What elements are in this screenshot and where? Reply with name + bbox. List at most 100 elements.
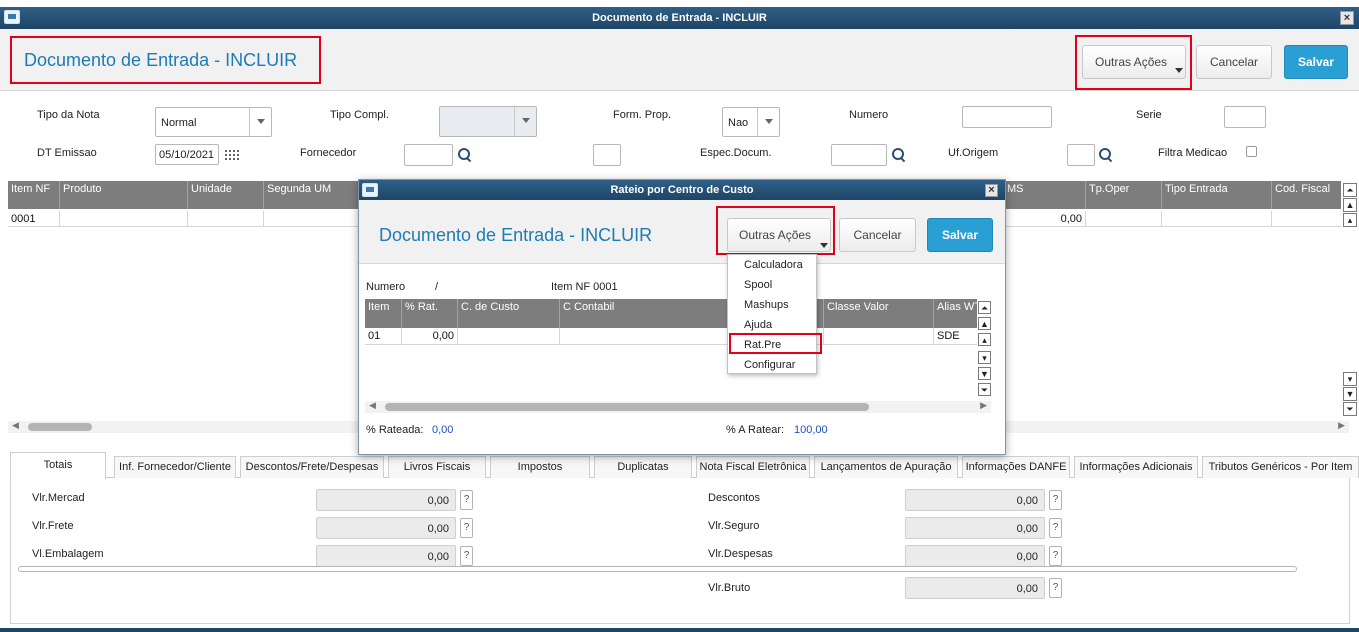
search-icon[interactable] <box>458 148 472 162</box>
numero-input[interactable] <box>962 106 1052 128</box>
filtra-medicao-checkbox[interactable] <box>1246 146 1257 157</box>
row-tipo-entrada <box>1162 211 1272 226</box>
a-ratear-value: 100,00 <box>794 424 828 436</box>
tipo-compl-select[interactable] <box>439 106 537 137</box>
vlr-frete-field[interactable]: 0,00 <box>316 517 456 539</box>
serie-label: Serie <box>1136 109 1162 121</box>
col-item-nf[interactable]: Item NF <box>8 181 60 209</box>
descontos-field[interactable]: 0,00 <box>905 489 1045 511</box>
col-classe-valor[interactable]: Classe Valor <box>824 299 934 328</box>
save-button[interactable]: Salvar <box>1284 45 1348 79</box>
search-icon[interactable] <box>1099 148 1113 162</box>
scroll-top-icon[interactable]: ⏶ <box>978 301 991 314</box>
uf-origem-input[interactable] <box>1067 144 1095 166</box>
tab-nota-fiscal-eletronica[interactable]: Nota Fiscal Eletrônica <box>696 456 810 478</box>
tab-livros-fiscais[interactable]: Livros Fiscais <box>388 456 486 478</box>
help-button[interactable]: ? <box>460 546 473 566</box>
chevron-down-icon <box>820 243 828 248</box>
menu-item-rat-pre[interactable]: Rat.Pre <box>728 335 816 355</box>
scroll-page-down-icon[interactable]: ▼ <box>978 367 991 380</box>
fornecedor-input[interactable] <box>404 144 453 166</box>
help-button[interactable]: ? <box>1049 490 1062 510</box>
dialog-other-actions-button[interactable]: Outras Ações <box>727 218 831 252</box>
menu-item-configurar[interactable]: Configurar <box>728 355 816 375</box>
loja-input[interactable] <box>593 144 621 166</box>
scroll-right-icon[interactable]: ▶ <box>980 400 987 411</box>
scroll-down-icon[interactable]: ▾ <box>978 351 991 364</box>
menu-item-calculadora[interactable]: Calculadora <box>728 255 816 275</box>
form-prop-value: Nao <box>728 117 749 129</box>
scroll-bottom-icon[interactable]: ⏷ <box>978 383 991 396</box>
scroll-page-down-icon[interactable]: ▼ <box>1343 387 1357 401</box>
dt-emissao-input[interactable]: 05/10/2021 <box>155 144 219 165</box>
help-button[interactable]: ? <box>1049 518 1062 538</box>
row-item-nf: 0001 <box>8 211 60 226</box>
help-button[interactable]: ? <box>460 518 473 538</box>
vlr-frete-label: Vlr.Frete <box>32 520 74 532</box>
col-alias-wt[interactable]: Alias WT <box>934 299 977 328</box>
serie-input[interactable] <box>1224 106 1266 128</box>
menu-item-ajuda[interactable]: Ajuda <box>728 315 816 335</box>
col-tipo-entrada[interactable]: Tipo Entrada <box>1162 181 1272 209</box>
scroll-up-icon[interactable]: ▴ <box>978 333 991 346</box>
hscroll-thumb[interactable] <box>28 423 92 431</box>
form-prop-select[interactable]: Nao <box>722 107 780 137</box>
vlr-mercad-field[interactable]: 0,00 <box>316 489 456 511</box>
hscroll-thumb[interactable] <box>385 403 869 411</box>
vlr-despesas-field[interactable]: 0,00 <box>905 545 1045 567</box>
scroll-up-icon[interactable]: ▴ <box>1343 213 1357 227</box>
tab-duplicatas[interactable]: Duplicatas <box>594 456 692 478</box>
table-row[interactable]: 01 0,00 SDE <box>365 328 977 345</box>
espec-docum-input[interactable] <box>831 144 887 166</box>
menu-item-mashups[interactable]: Mashups <box>728 295 816 315</box>
tab-tributos-genericos[interactable]: Tributos Genéricos - Por Item <box>1202 456 1359 478</box>
tab-informacoes-adicionais[interactable]: Informações Adicionais <box>1074 456 1198 478</box>
scroll-page-up-icon[interactable]: ▲ <box>978 317 991 330</box>
chevron-down-icon <box>1175 68 1183 73</box>
scroll-top-icon[interactable]: ⏶ <box>1343 183 1357 197</box>
tab-informacoes-danfe[interactable]: Informações DANFE <box>962 456 1070 478</box>
scroll-left-icon[interactable]: ◀ <box>369 400 376 411</box>
tab-descontos-frete[interactable]: Descontos/Frete/Despesas <box>240 456 384 478</box>
scroll-down-icon[interactable]: ▾ <box>1343 372 1357 386</box>
dialog-cancel-button[interactable]: Cancelar <box>839 218 916 252</box>
help-button[interactable]: ? <box>1049 578 1062 598</box>
col-ms[interactable]: MS <box>1004 181 1086 209</box>
col-segunda-um[interactable]: Segunda UM <box>264 181 360 209</box>
vlr-seguro-field[interactable]: 0,00 <box>905 517 1045 539</box>
col-tp-oper[interactable]: Tp.Oper <box>1086 181 1162 209</box>
window-close-icon[interactable]: × <box>1340 11 1354 25</box>
dialog-header-title: Documento de Entrada - INCLUIR <box>379 225 653 245</box>
tab-totais[interactable]: Totais <box>10 452 106 479</box>
dialog-close-icon[interactable]: × <box>985 184 998 197</box>
other-actions-button[interactable]: Outras Ações <box>1082 45 1186 79</box>
row-alias: SDE <box>937 330 960 342</box>
vl-embalagem-field[interactable]: 0,00 <box>316 545 456 567</box>
tab-inf-fornecedor[interactable]: Inf. Fornecedor/Cliente <box>114 456 236 478</box>
scroll-page-up-icon[interactable]: ▲ <box>1343 198 1357 212</box>
col-rat[interactable]: % Rat. <box>402 299 458 328</box>
vlr-bruto-field[interactable]: 0,00 <box>905 577 1045 599</box>
tab-impostos[interactable]: Impostos <box>490 456 590 478</box>
search-icon[interactable] <box>892 148 906 162</box>
totals-divider <box>18 566 1297 572</box>
scroll-right-icon[interactable]: ▶ <box>1338 420 1345 431</box>
col-cod-fiscal[interactable]: Cod. Fiscal <box>1272 181 1341 209</box>
col-produto[interactable]: Produto <box>60 181 188 209</box>
help-button[interactable]: ? <box>460 490 473 510</box>
scroll-bottom-icon[interactable]: ⏷ <box>1343 402 1357 416</box>
calendar-icon[interactable] <box>224 149 240 161</box>
dialog-save-button[interactable]: Salvar <box>927 218 993 252</box>
tab-lancamentos-apuracao[interactable]: Lançamentos de Apuração <box>814 456 958 478</box>
menu-item-spool[interactable]: Spool <box>728 275 816 295</box>
tipo-nota-select[interactable]: Normal <box>155 107 272 137</box>
chevron-down-icon <box>514 107 536 136</box>
cancel-button[interactable]: Cancelar <box>1196 45 1272 79</box>
scroll-left-icon[interactable]: ◀ <box>12 420 19 431</box>
rateio-grid-hscrollbar[interactable]: ◀ ▶ <box>365 400 991 413</box>
col-c-custo[interactable]: C. de Custo <box>458 299 560 328</box>
col-unidade[interactable]: Unidade <box>188 181 264 209</box>
tipo-nota-label: Tipo da Nota <box>37 109 100 121</box>
col-item[interactable]: Item <box>365 299 402 328</box>
help-button[interactable]: ? <box>1049 546 1062 566</box>
